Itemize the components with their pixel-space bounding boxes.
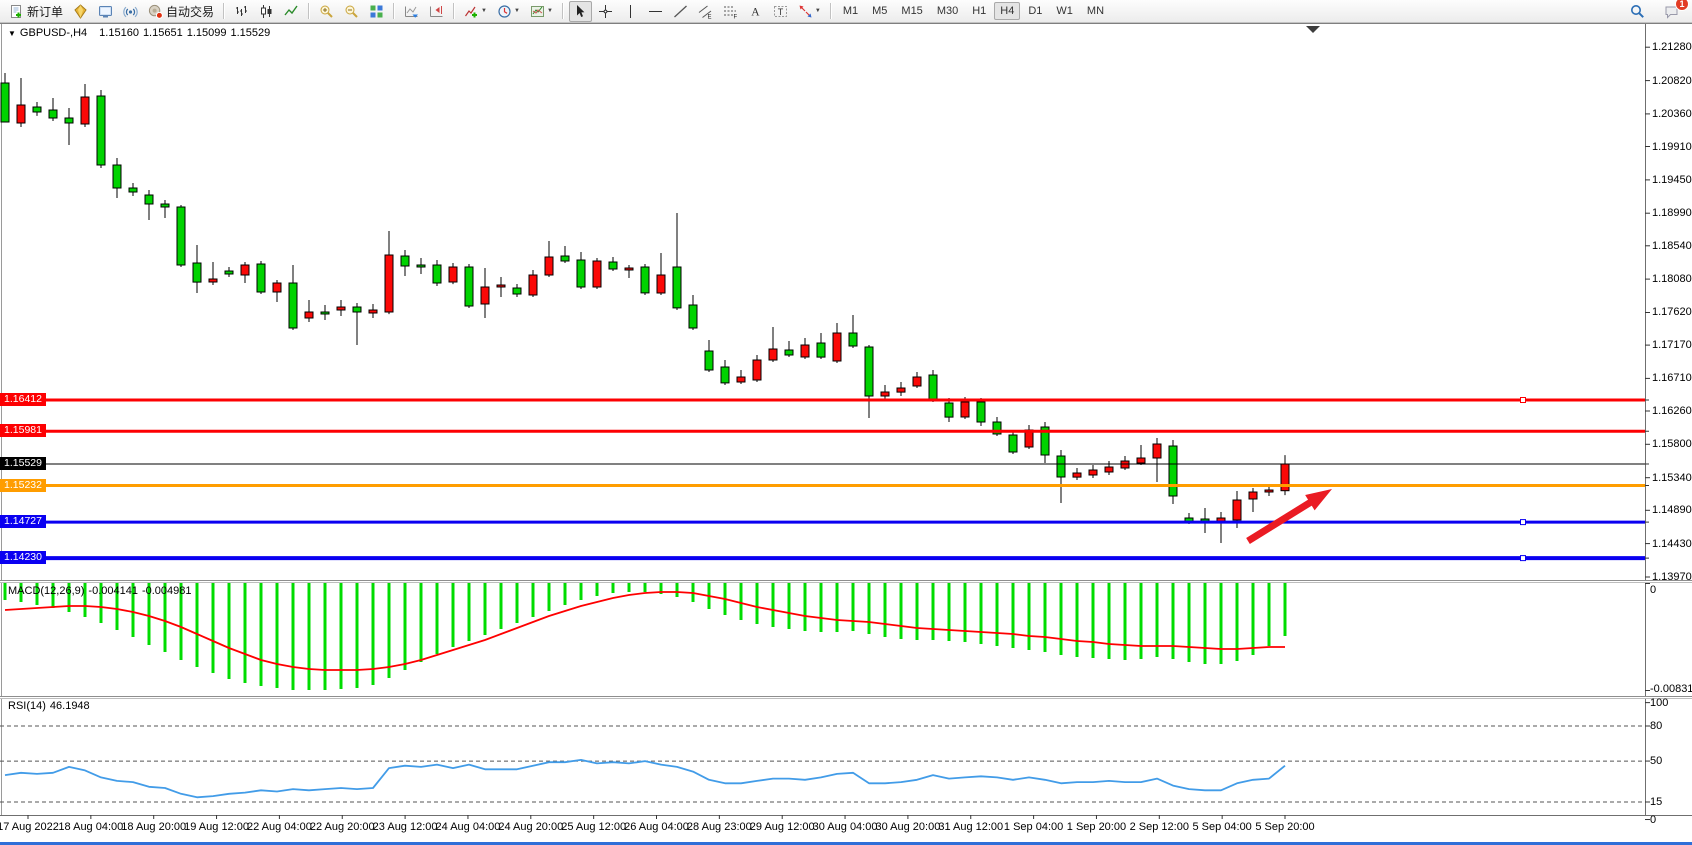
zoom-in-icon bbox=[319, 4, 334, 19]
new-order-label: 新订单 bbox=[27, 3, 63, 20]
gold-seal-button[interactable] bbox=[69, 1, 92, 22]
text-label-button[interactable]: T bbox=[769, 1, 792, 22]
fibonacci-button[interactable]: F bbox=[719, 1, 742, 22]
chart-bars-button[interactable] bbox=[230, 1, 253, 22]
notifications-button[interactable]: 1 bbox=[1660, 1, 1683, 22]
timeframe-h4-button[interactable]: H4 bbox=[994, 2, 1020, 20]
equidistant-channel-icon: E bbox=[698, 4, 713, 19]
profiles-icon bbox=[98, 4, 113, 19]
zoom-out-icon bbox=[344, 4, 359, 19]
timeframe-m15-button[interactable]: M15 bbox=[895, 2, 928, 20]
auto-trading-icon bbox=[148, 4, 163, 19]
timeframe-d1-button[interactable]: D1 bbox=[1022, 2, 1048, 20]
chart-canvas[interactable] bbox=[0, 0, 1692, 845]
horizontal-line-icon bbox=[648, 4, 663, 19]
chart-shift-icon bbox=[429, 4, 444, 19]
arrows-button[interactable]: ▼ bbox=[794, 1, 825, 22]
notification-badge: 1 bbox=[1675, 0, 1689, 11]
templates-button[interactable]: ▼ bbox=[526, 1, 557, 22]
text-button[interactable]: A bbox=[744, 1, 767, 22]
periods-button[interactable]: ▼ bbox=[493, 1, 524, 22]
rsi-line bbox=[5, 760, 1285, 797]
chart-line-icon bbox=[284, 4, 299, 19]
fibonacci-icon: F bbox=[723, 4, 738, 19]
new-order-button[interactable]: 新订单 bbox=[5, 1, 67, 22]
toolbar-separator bbox=[562, 3, 564, 19]
toolbar-separator bbox=[223, 3, 225, 19]
chart-candlesticks-icon bbox=[259, 4, 274, 19]
toolbar-separator bbox=[393, 3, 395, 19]
svg-text:E: E bbox=[707, 14, 711, 19]
chart-bars-icon bbox=[234, 4, 249, 19]
search-icon bbox=[1630, 4, 1645, 19]
gold-seal-icon bbox=[73, 4, 88, 19]
timeframe-mn-button[interactable]: MN bbox=[1081, 2, 1110, 20]
cursor-icon bbox=[573, 4, 588, 19]
line-handle bbox=[1521, 398, 1526, 403]
new-order-icon bbox=[9, 4, 24, 19]
chevron-down-icon: ▼ bbox=[815, 8, 821, 14]
timeframe-m30-button[interactable]: M30 bbox=[931, 2, 964, 20]
equidistant-channel-button[interactable]: E bbox=[694, 1, 717, 22]
crosshair-button[interactable] bbox=[594, 1, 617, 22]
svg-text:F: F bbox=[733, 14, 737, 19]
search-button[interactable] bbox=[1626, 1, 1649, 22]
auto-trading-button[interactable]: 自动交易 bbox=[144, 1, 218, 22]
chevron-down-icon: ▼ bbox=[547, 8, 553, 14]
chart-line-button[interactable] bbox=[280, 1, 303, 22]
timeframe-m1-button[interactable]: M1 bbox=[837, 2, 864, 20]
chart-candlesticks-button[interactable] bbox=[255, 1, 278, 22]
trendline-button[interactable] bbox=[669, 1, 692, 22]
chart-shift-marker-icon bbox=[1306, 26, 1320, 33]
toolbar-separator bbox=[830, 3, 832, 19]
timeframe-w1-button[interactable]: W1 bbox=[1050, 2, 1079, 20]
toolbar-separator bbox=[453, 3, 455, 19]
auto-trading-label: 自动交易 bbox=[166, 3, 214, 20]
periods-icon bbox=[497, 4, 512, 19]
candlestick-series bbox=[1, 73, 1289, 543]
vertical-line-icon bbox=[623, 4, 638, 19]
line-handle bbox=[13, 556, 18, 561]
market-signal-icon bbox=[123, 4, 138, 19]
chevron-down-icon: ▼ bbox=[514, 8, 520, 14]
indicators-button[interactable]: ▼ bbox=[460, 1, 491, 22]
trendline-icon bbox=[673, 4, 688, 19]
tile-windows-icon bbox=[369, 4, 384, 19]
macd-histogram bbox=[5, 583, 1285, 690]
line-handle bbox=[13, 398, 18, 403]
auto-scroll-button[interactable] bbox=[400, 1, 423, 22]
text-label-icon: T bbox=[773, 4, 788, 19]
vertical-line-button[interactable] bbox=[619, 1, 642, 22]
svg-text:T: T bbox=[778, 7, 784, 17]
crosshair-icon bbox=[598, 4, 613, 19]
zoom-in-button[interactable] bbox=[315, 1, 338, 22]
chart-shift-button[interactable] bbox=[425, 1, 448, 22]
timeframe-m5-button[interactable]: M5 bbox=[866, 2, 893, 20]
horizontal-line-button[interactable] bbox=[644, 1, 667, 22]
toolbar-right-group: 1 bbox=[1625, 1, 1684, 22]
mt4-window: 新订单自动交易▼▼▼EFAT▼M1M5M15M30H1H4D1W1MN1 ▼GB… bbox=[0, 0, 1692, 845]
toolbar: 新订单 自动交易 ▼ ▼ ▼ E F A T ▼ M1M5M15M30H1H4D1W1MN 1 bbox=[0, 0, 1692, 23]
profiles-button[interactable] bbox=[94, 1, 117, 22]
zoom-out-button[interactable] bbox=[340, 1, 363, 22]
toolbar-separator bbox=[308, 3, 310, 19]
line-handle bbox=[1521, 556, 1526, 561]
tile-windows-button[interactable] bbox=[365, 1, 388, 22]
arrows-icon bbox=[798, 4, 813, 19]
line-handle bbox=[13, 520, 18, 525]
chevron-down-icon: ▼ bbox=[481, 8, 487, 14]
line-handle bbox=[1521, 520, 1526, 525]
svg-text:A: A bbox=[751, 6, 760, 18]
templates-icon bbox=[530, 4, 545, 19]
text-icon: A bbox=[748, 4, 763, 19]
timeframe-h1-button[interactable]: H1 bbox=[966, 2, 992, 20]
market-signal-button[interactable] bbox=[119, 1, 142, 22]
cursor-button[interactable] bbox=[569, 1, 592, 22]
auto-scroll-icon bbox=[404, 4, 419, 19]
indicators-icon bbox=[464, 4, 479, 19]
